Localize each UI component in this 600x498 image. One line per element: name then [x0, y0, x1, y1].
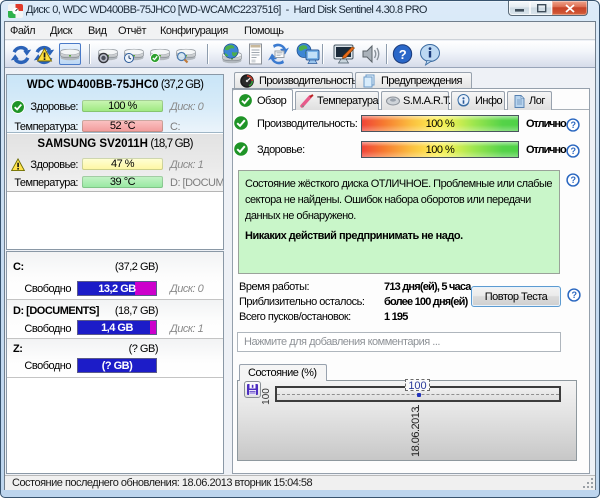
svg-text:?: ? — [570, 120, 575, 130]
svg-text:?: ? — [570, 146, 575, 156]
svg-text:?: ? — [570, 175, 575, 185]
svg-text:?: ? — [399, 47, 407, 62]
svg-text:?: ? — [571, 290, 576, 300]
